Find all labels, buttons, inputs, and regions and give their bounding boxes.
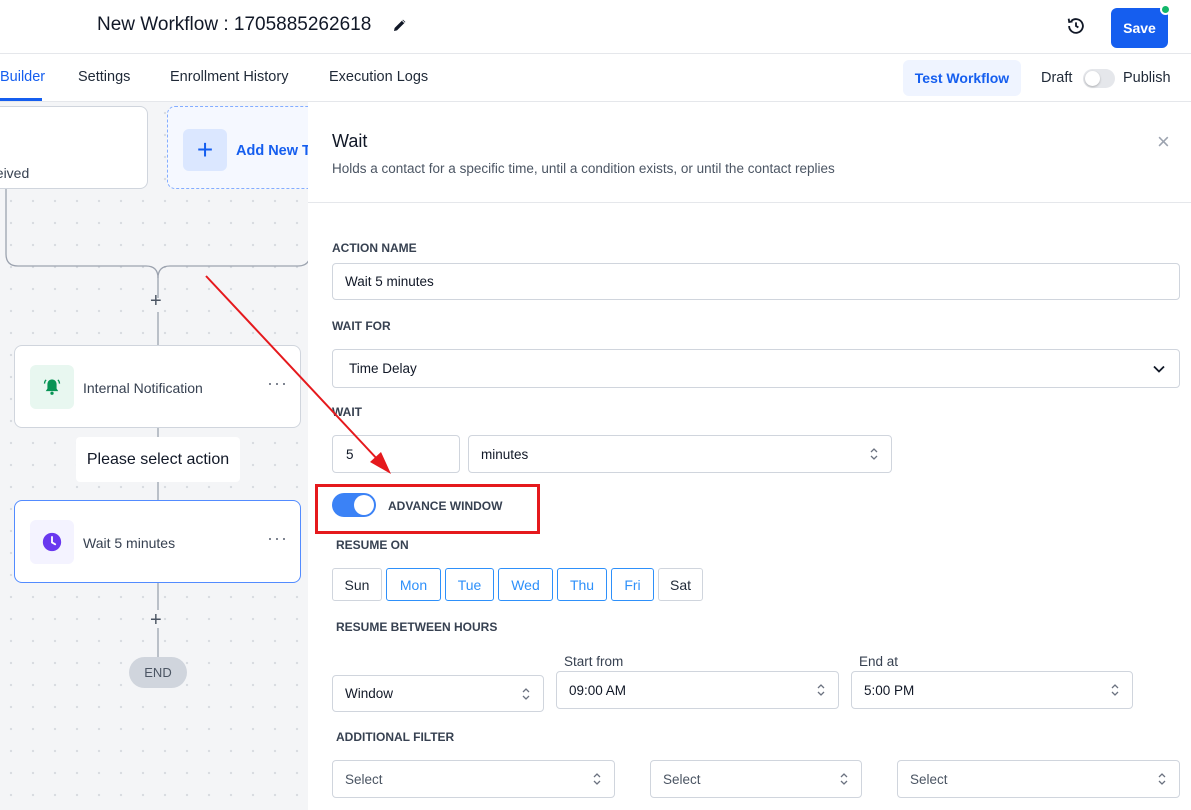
window-select[interactable]: Window	[332, 675, 544, 712]
select-arrows-icon	[522, 687, 530, 700]
more-options-icon[interactable]: ···	[267, 373, 288, 394]
select-arrows-icon	[817, 684, 825, 696]
filter-placeholder: Select	[663, 771, 701, 787]
select-action-placeholder[interactable]: Please select action	[76, 437, 240, 482]
tab-settings[interactable]: Settings	[78, 69, 130, 85]
action-name-input[interactable]: Wait 5 minutes	[332, 263, 1180, 300]
wait-settings-panel: Wait Holds a contact for a specific time…	[308, 102, 1191, 810]
tab-builder[interactable]: Builder	[0, 69, 45, 85]
clock-icon	[30, 520, 74, 564]
start-from-label: Start from	[564, 654, 624, 669]
panel-divider	[308, 202, 1191, 203]
wait-label: WAIT	[332, 405, 362, 419]
filter-placeholder: Select	[345, 771, 383, 787]
wait-for-label: WAIT FOR	[332, 319, 391, 333]
end-at-value: 5:00 PM	[864, 682, 915, 698]
add-step-plus-icon[interactable]: +	[150, 610, 162, 630]
day-fri-button[interactable]: Fri	[611, 568, 654, 601]
select-arrows-icon	[1158, 773, 1166, 785]
workflow-canvas[interactable]: eceived + Add New T + Internal Notificat…	[0, 102, 308, 810]
trigger-label: eceived	[0, 165, 30, 181]
add-step-plus-icon[interactable]: +	[150, 291, 162, 311]
wait-action-card[interactable]: Wait 5 minutes ···	[14, 500, 301, 583]
filter-select-1[interactable]: Select	[332, 760, 615, 798]
wait-amount-input[interactable]: 5	[332, 435, 460, 473]
start-from-select[interactable]: 09:00 AM	[556, 671, 839, 709]
annotation-highlight-box	[315, 484, 540, 534]
draft-label: Draft	[1041, 70, 1073, 86]
test-workflow-button[interactable]: Test Workflow	[903, 60, 1021, 96]
window-value: Window	[345, 686, 394, 701]
wait-for-value: Time Delay	[349, 361, 417, 376]
trigger-card[interactable]: eceived	[0, 106, 148, 189]
filter-select-2[interactable]: Select	[650, 760, 862, 798]
wait-card-label: Wait 5 minutes	[83, 535, 176, 551]
start-from-value: 09:00 AM	[569, 682, 627, 698]
day-sun-button[interactable]: Sun	[332, 568, 382, 601]
wait-unit-value: minutes	[481, 446, 529, 462]
panel-description: Holds a contact for a specific time, unt…	[332, 161, 835, 176]
select-arrows-icon	[840, 773, 848, 785]
internal-notification-card[interactable]: Internal Notification ···	[14, 345, 301, 428]
tab-enrollment-history[interactable]: Enrollment History	[170, 69, 288, 85]
day-wed-button[interactable]: Wed	[498, 568, 553, 601]
select-arrows-icon	[870, 448, 878, 460]
filter-placeholder: Select	[910, 771, 948, 787]
select-arrows-icon	[1111, 684, 1119, 696]
resume-hours-label: RESUME BETWEEN HOURS	[336, 620, 498, 634]
save-button[interactable]: Save	[1111, 8, 1168, 48]
pencil-icon[interactable]	[391, 16, 409, 34]
tab-execution-logs[interactable]: Execution Logs	[329, 69, 428, 85]
notification-label: Internal Notification	[83, 380, 203, 396]
day-thu-button[interactable]: Thu	[557, 568, 607, 601]
select-arrows-icon	[593, 773, 601, 785]
bell-icon	[30, 365, 74, 409]
resume-on-label: RESUME ON	[336, 538, 409, 552]
plus-icon: +	[183, 129, 227, 171]
additional-filter-label: ADDITIONAL FILTER	[336, 730, 455, 744]
workflow-title: New Workflow : 1705885262618	[97, 14, 372, 35]
day-tue-button[interactable]: Tue	[445, 568, 494, 601]
filter-select-3[interactable]: Select	[897, 760, 1180, 798]
more-options-icon[interactable]: ···	[267, 528, 288, 549]
unsaved-indicator-dot	[1160, 4, 1171, 15]
end-at-label: End at	[859, 654, 899, 669]
top-bar: New Workflow : 1705885262618 Save	[0, 0, 1191, 54]
add-trigger-label: Add New T	[236, 143, 308, 159]
publish-toggle[interactable]	[1083, 69, 1115, 88]
history-icon[interactable]	[1065, 15, 1087, 37]
publish-label: Publish	[1123, 70, 1171, 86]
panel-title: Wait	[332, 131, 368, 151]
end-node: END	[129, 657, 187, 688]
toggle-knob	[1085, 71, 1100, 86]
day-mon-button[interactable]: Mon	[386, 568, 441, 601]
action-name-label: ACTION NAME	[332, 241, 417, 255]
add-trigger-card[interactable]: + Add New T	[167, 106, 308, 189]
end-at-select[interactable]: 5:00 PM	[851, 671, 1133, 709]
wait-for-select[interactable]: Time Delay	[332, 349, 1180, 388]
wait-unit-select[interactable]: minutes	[468, 435, 892, 473]
day-sat-button[interactable]: Sat	[658, 568, 703, 601]
active-tab-indicator	[0, 98, 42, 101]
chevron-down-icon	[1153, 365, 1165, 373]
tab-bar: Builder Settings Enrollment History Exec…	[0, 54, 1191, 102]
close-icon[interactable]: ×	[1157, 129, 1170, 155]
